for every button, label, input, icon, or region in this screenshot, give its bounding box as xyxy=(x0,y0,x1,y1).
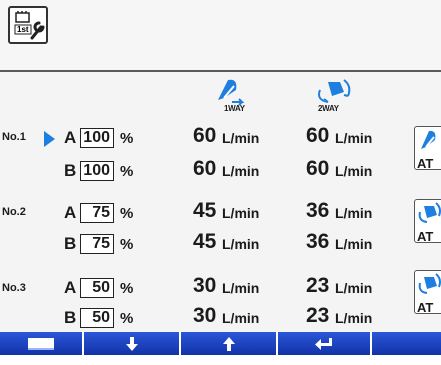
attachment-button-1[interactable]: AT xyxy=(414,126,441,171)
selection-arrow-icon xyxy=(44,131,55,147)
enter-icon xyxy=(315,337,332,350)
row-no-2: No.2 xyxy=(2,206,26,218)
row2-b-ratio-field[interactable]: 75 xyxy=(80,234,114,254)
row3-a-label: A xyxy=(64,278,77,297)
2way-flow-icon xyxy=(318,79,351,103)
fk-down-button[interactable] xyxy=(84,332,181,355)
row3-b-oneway-value: 30 xyxy=(193,304,217,327)
oneway-label: 1WAY xyxy=(224,104,245,113)
row2-b-oneway-value: 45 xyxy=(193,230,217,253)
fk-display-button[interactable] xyxy=(0,332,84,355)
row3-b-twoway-unit: L/min xyxy=(335,310,373,326)
twoway-label: 2WAY xyxy=(318,104,339,113)
row3-b-label: B xyxy=(64,308,77,327)
row2-a-twoway-value: 36 xyxy=(306,199,330,222)
row2-a-oneway-value: 45 xyxy=(193,199,217,222)
fk-up-button[interactable] xyxy=(181,332,278,355)
attachment-label-1: AT xyxy=(417,156,434,171)
display-icon xyxy=(28,337,54,350)
row1-b-oneway-unit: L/min xyxy=(222,163,260,179)
row2-a-label: A xyxy=(64,203,77,222)
row1-b-label: B xyxy=(64,161,77,180)
row1-a-twoway-value: 60 xyxy=(306,124,330,147)
1way-attachment-icon xyxy=(421,130,436,149)
row3-b-percent: % xyxy=(120,310,134,327)
row2-b-twoway-unit: L/min xyxy=(335,236,373,252)
row2-a-twoway-unit: L/min xyxy=(335,205,373,221)
row-no-1: No.1 xyxy=(2,131,26,143)
row3-b-ratio-field[interactable]: 50 xyxy=(80,308,114,328)
oneway-column-header: 1WAY xyxy=(210,76,270,114)
row2-a-oneway-unit: L/min xyxy=(222,205,260,221)
row1-b-twoway-value: 60 xyxy=(306,157,330,180)
row3-a-oneway-unit: L/min xyxy=(222,280,260,296)
row-no-3: No.3 xyxy=(2,282,26,294)
row2-b-label: B xyxy=(64,234,77,253)
fk-enter-button[interactable] xyxy=(278,332,372,355)
row3-a-twoway-unit: L/min xyxy=(335,280,373,296)
row1-b-oneway-value: 60 xyxy=(193,157,217,180)
flow-settings-panel: 1WAY 2WAY No.1 A 100 % 60 L/min 60 L/min… xyxy=(0,72,441,332)
row1-b-ratio-field[interactable]: 100 xyxy=(80,161,114,181)
attachment-label-3: AT xyxy=(417,300,434,315)
fk-blank-button[interactable] xyxy=(372,332,441,355)
2way-attachment-icon xyxy=(418,202,441,223)
attachment-button-2[interactable]: AT xyxy=(414,199,441,244)
svg-text:1st: 1st xyxy=(17,25,29,34)
row3-a-oneway-value: 30 xyxy=(193,274,217,297)
attachment-label-2: AT xyxy=(417,229,434,244)
row1-a-ratio-field[interactable]: 100 xyxy=(80,128,114,148)
row3-b-oneway-unit: L/min xyxy=(222,310,260,326)
header-bar: 1st xyxy=(0,0,441,72)
2way-attachment-icon xyxy=(418,273,441,294)
row2-b-percent: % xyxy=(120,236,134,253)
row1-a-percent: % xyxy=(120,130,134,147)
row2-b-twoway-value: 36 xyxy=(306,230,330,253)
maintenance-mode-icon[interactable]: 1st xyxy=(8,6,48,44)
row2-b-oneway-unit: L/min xyxy=(222,236,260,252)
arrow-up-icon xyxy=(222,336,235,351)
row2-a-percent: % xyxy=(120,205,134,222)
row3-a-ratio-field[interactable]: 50 xyxy=(80,278,114,298)
row3-a-twoway-value: 23 xyxy=(306,274,330,297)
1way-flow-icon xyxy=(218,79,245,106)
arrow-down-icon xyxy=(125,336,138,351)
row1-a-label: A xyxy=(64,128,77,147)
function-key-bar xyxy=(0,332,441,365)
row1-a-twoway-unit: L/min xyxy=(335,130,373,146)
row3-a-percent: % xyxy=(120,280,134,297)
twoway-column-header: 2WAY xyxy=(310,76,370,114)
row1-b-twoway-unit: L/min xyxy=(335,163,373,179)
row2-a-ratio-field[interactable]: 75 xyxy=(80,203,114,223)
row1-b-percent: % xyxy=(120,163,134,180)
row1-a-oneway-value: 60 xyxy=(193,124,217,147)
row1-a-oneway-unit: L/min xyxy=(222,130,260,146)
attachment-button-3[interactable]: AT xyxy=(414,270,441,315)
row3-b-twoway-value: 23 xyxy=(306,304,330,327)
